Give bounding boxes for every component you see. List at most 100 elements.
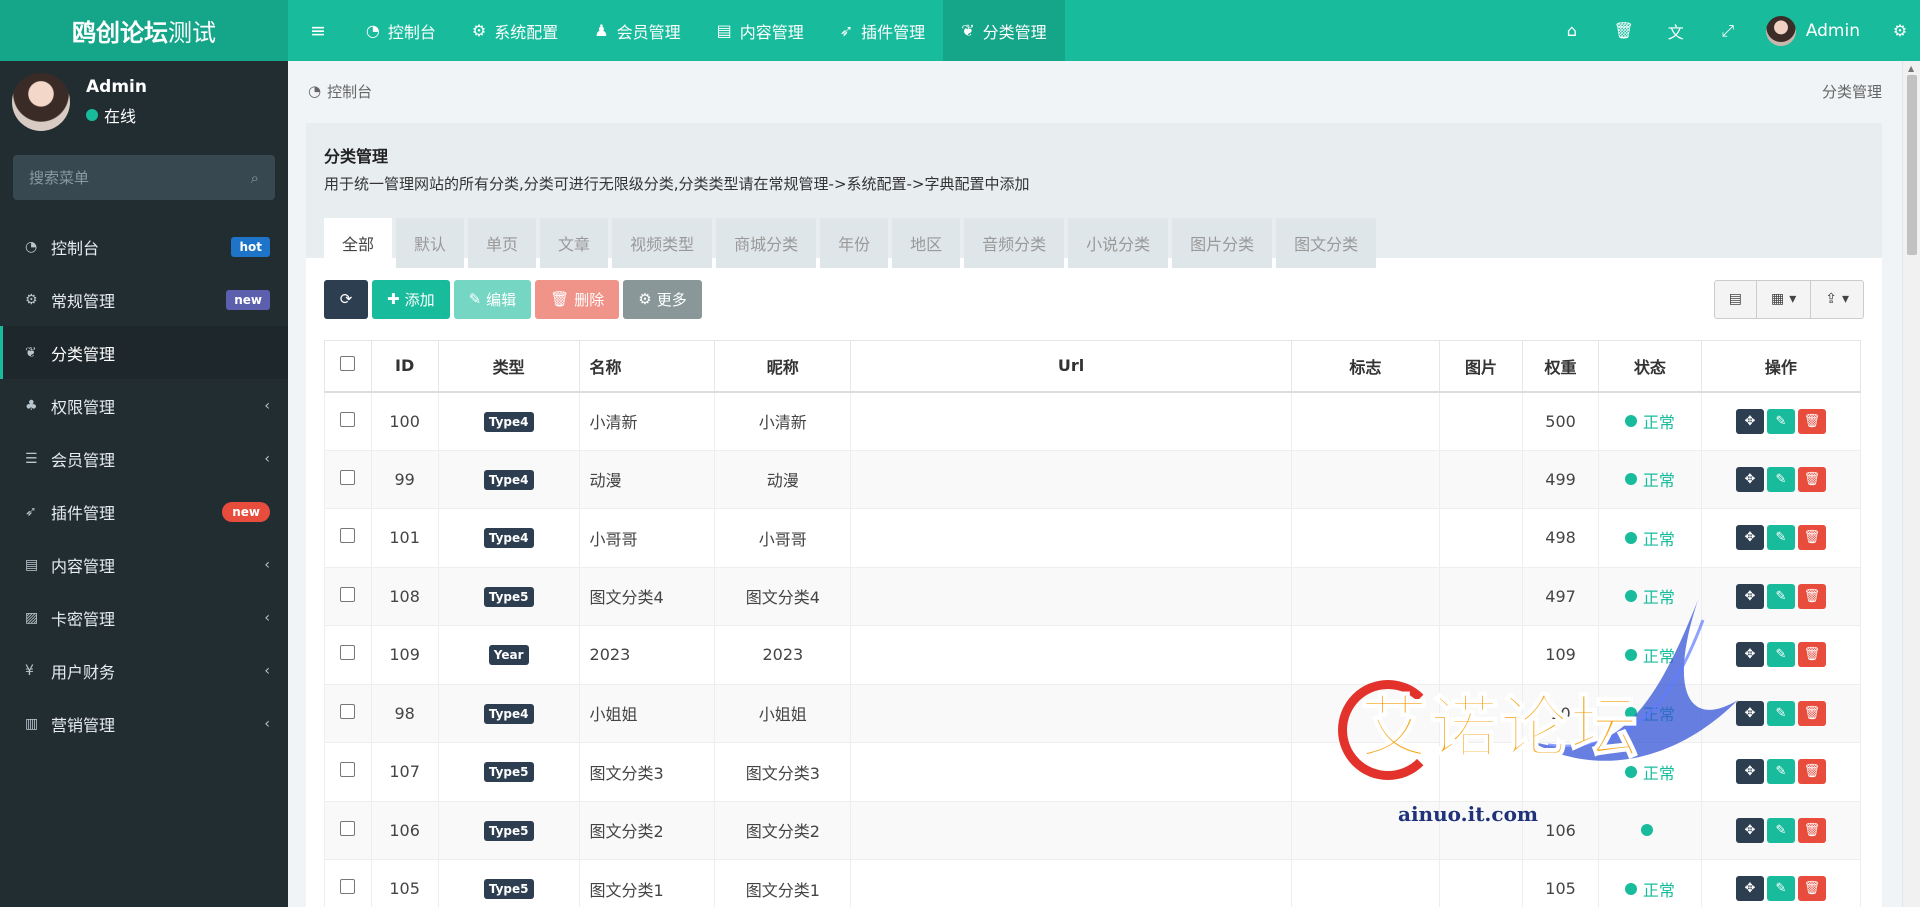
sidebar-item-1[interactable]: ⚙ 常规管理 new [0, 273, 288, 326]
checkbox[interactable] [340, 356, 356, 372]
row-edit-button[interactable]: ✎ [1766, 466, 1795, 492]
row-checkbox-cell[interactable] [324, 742, 372, 802]
sidebar-toggle-button[interactable]: ≡ [288, 0, 348, 61]
column-header[interactable]: 图片 [1438, 340, 1524, 393]
add-button[interactable]: ✚ 添加 [372, 279, 450, 319]
row-checkbox-cell[interactable] [324, 508, 372, 568]
tab-2[interactable]: 单页 [468, 218, 537, 268]
row-delete-button[interactable]: 🗑︎ [1797, 817, 1826, 843]
more-button[interactable]: ⚙ 更多 [623, 279, 702, 319]
select-all-checkbox[interactable] [324, 340, 372, 393]
sidebar-item-5[interactable]: ➶ 插件管理 new [0, 485, 288, 538]
checkbox[interactable] [340, 586, 356, 602]
drag-sort-button[interactable]: ✥ [1735, 817, 1764, 843]
scrollbar-thumb[interactable] [1907, 75, 1917, 255]
tab-0[interactable]: 全部 [324, 218, 393, 268]
drag-sort-button[interactable]: ✥ [1735, 642, 1764, 668]
drag-sort-button[interactable]: ✥ [1735, 876, 1764, 902]
column-header[interactable]: 操作 [1700, 340, 1862, 393]
drag-sort-button[interactable]: ✥ [1735, 408, 1764, 434]
checkbox[interactable] [340, 820, 356, 836]
page-scrollbar[interactable]: ▲ [1902, 61, 1920, 907]
sidebar-item-9[interactable]: ▥ 营销管理 ‹ [0, 697, 288, 750]
column-header[interactable]: 昵称 [714, 340, 852, 393]
site-logo[interactable]: 鸥创论坛 测试 [0, 0, 288, 61]
row-checkbox-cell[interactable] [324, 450, 372, 509]
row-checkbox-cell[interactable] [324, 801, 372, 860]
drag-sort-button[interactable]: ✥ [1735, 466, 1764, 492]
sidebar-item-3[interactable]: ♣ 权限管理 ‹ [0, 379, 288, 432]
row-delete-button[interactable]: 🗑︎ [1797, 583, 1826, 609]
sidebar-item-7[interactable]: ▨ 卡密管理 ‹ [0, 591, 288, 644]
tab-10[interactable]: 图片分类 [1172, 218, 1273, 268]
refresh-button[interactable]: ⟳ [324, 279, 368, 319]
drag-sort-button[interactable]: ✥ [1735, 759, 1764, 785]
table-row[interactable]: 100 Type4 小清新 小清新 500 正常 ✥ ✎ 🗑︎ [324, 391, 1862, 451]
table-row[interactable]: 101 Type4 小哥哥 小哥哥 498 正常 ✥ ✎ 🗑︎ [324, 508, 1862, 568]
column-header[interactable]: Url [850, 340, 1292, 393]
column-header[interactable]: 名称 [578, 340, 716, 393]
row-edit-button[interactable]: ✎ [1766, 642, 1795, 668]
drag-sort-button[interactable]: ✥ [1735, 700, 1764, 726]
home-button[interactable]: ⌂ [1546, 0, 1598, 61]
table-row[interactable]: 109 Year 2023 2023 109 正常 ✥ ✎ 🗑︎ [324, 625, 1862, 685]
sidebar-item-2[interactable]: ❦ 分类管理 [0, 326, 288, 379]
topnav-item-5[interactable]: ❦ 分类管理 [943, 0, 1065, 61]
topnav-item-0[interactable]: ◔ 控制台 [348, 0, 454, 61]
tab-11[interactable]: 图文分类 [1276, 218, 1377, 268]
table-row[interactable]: 105 Type5 图文分类1 图文分类1 105 正常 ✥ ✎ 🗑︎ [324, 859, 1862, 907]
column-header[interactable]: 状态 [1598, 340, 1702, 393]
checkbox[interactable] [340, 762, 356, 778]
column-header[interactable]: 类型 [437, 340, 580, 393]
topnav-item-2[interactable]: ♟ 会员管理 [576, 0, 698, 61]
language-button[interactable]: 文 [1650, 0, 1702, 61]
tab-6[interactable]: 年份 [820, 218, 889, 268]
row-edit-button[interactable]: ✎ [1766, 817, 1795, 843]
breadcrumb-home[interactable]: 控制台 [327, 81, 372, 102]
row-delete-button[interactable]: 🗑︎ [1797, 876, 1826, 902]
export-button[interactable]: ⇪ ▾ [1811, 281, 1863, 318]
row-delete-button[interactable]: 🗑︎ [1797, 642, 1826, 668]
scroll-up-icon[interactable]: ▲ [1908, 64, 1914, 73]
row-checkbox-cell[interactable] [324, 567, 372, 626]
table-row[interactable]: 99 Type4 动漫 动漫 499 正常 ✥ ✎ 🗑︎ [324, 450, 1862, 509]
table-row[interactable]: 106 Type5 图文分类2 图文分类2 106 ✥ ✎ 🗑︎ [324, 801, 1862, 860]
column-header[interactable]: ID [370, 340, 439, 393]
row-checkbox-cell[interactable] [324, 684, 372, 743]
column-header[interactable]: 标志 [1290, 340, 1440, 393]
row-edit-button[interactable]: ✎ [1766, 408, 1795, 434]
toggle-view-button[interactable]: ▤ [1715, 280, 1757, 318]
topnav-item-1[interactable]: ⚙ 系统配置 [454, 0, 576, 61]
checkbox[interactable] [340, 528, 356, 544]
tab-8[interactable]: 音频分类 [964, 218, 1065, 268]
table-row[interactable]: 108 Type5 图文分类4 图文分类4 497 正常 ✥ ✎ 🗑︎ [324, 567, 1862, 626]
drag-sort-button[interactable]: ✥ [1735, 583, 1764, 609]
checkbox[interactable] [340, 645, 356, 661]
columns-button[interactable]: ▦ ▾ [1757, 280, 1812, 318]
fullscreen-button[interactable]: ⤢ [1702, 0, 1754, 61]
delete-button[interactable]: 🗑︎ 删除 [535, 279, 620, 319]
tab-4[interactable]: 视频类型 [612, 218, 713, 268]
checkbox[interactable] [340, 469, 356, 485]
row-delete-button[interactable]: 🗑︎ [1797, 408, 1826, 434]
search-menu-input[interactable]: 搜索菜单 ⌕ [13, 155, 275, 200]
row-edit-button[interactable]: ✎ [1766, 700, 1795, 726]
column-header[interactable]: 权重 [1522, 340, 1599, 393]
row-checkbox-cell[interactable] [324, 625, 372, 685]
user-menu[interactable]: Admin [1754, 15, 1880, 46]
row-edit-button[interactable]: ✎ [1766, 759, 1795, 785]
row-delete-button[interactable]: 🗑︎ [1797, 466, 1826, 492]
drag-sort-button[interactable]: ✥ [1735, 525, 1764, 551]
topnav-item-3[interactable]: ▤ 内容管理 [699, 0, 822, 61]
table-row[interactable]: 107 Type5 图文分类3 图文分类3 正常 ✥ ✎ 🗑︎ [324, 742, 1862, 802]
sidebar-item-6[interactable]: ▤ 内容管理 ‹ [0, 538, 288, 591]
row-delete-button[interactable]: 🗑︎ [1797, 525, 1826, 551]
settings-button[interactable]: ⚙ [1880, 0, 1920, 61]
table-row[interactable]: 98 Type4 小姐姐 小姐姐 10 正常 ✥ ✎ 🗑︎ [324, 684, 1862, 743]
tab-3[interactable]: 文章 [540, 218, 609, 268]
row-edit-button[interactable]: ✎ [1766, 525, 1795, 551]
tab-7[interactable]: 地区 [892, 218, 961, 268]
clear-cache-button[interactable]: 🗑︎ [1598, 0, 1650, 61]
row-delete-button[interactable]: 🗑︎ [1797, 700, 1826, 726]
sidebar-item-0[interactable]: ◔ 控制台 hot [0, 220, 288, 273]
